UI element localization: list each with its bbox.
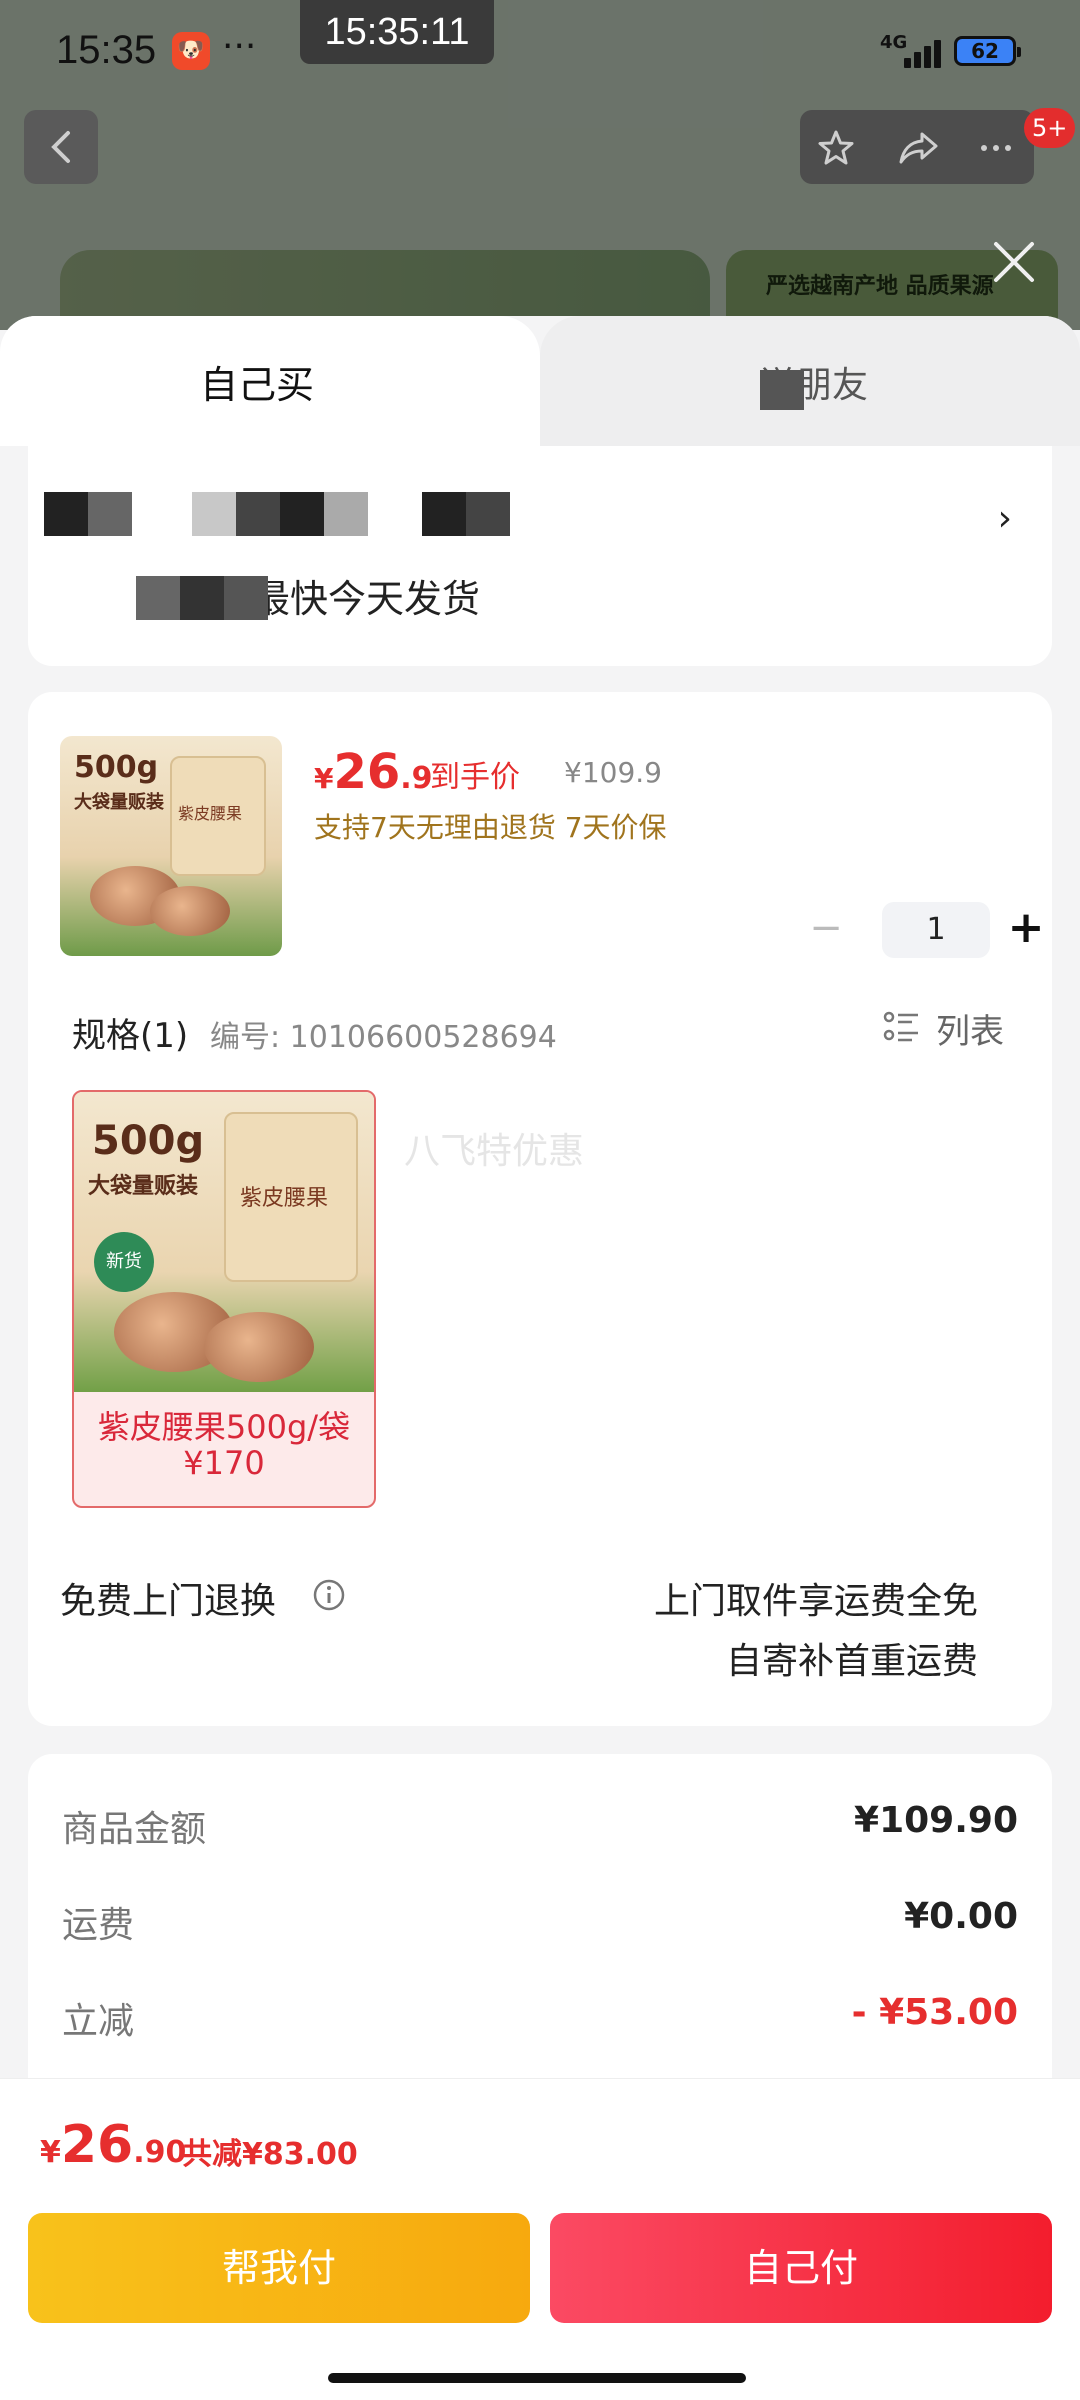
price-summary-card: 商品金额 ¥109.90 运费 ¥0.00 立减 - ¥53.00 <box>28 1754 1052 2094</box>
battery-icon: 62 <box>954 36 1021 66</box>
notification-badge: 5+ <box>1024 108 1076 148</box>
redacted-shipping <box>136 576 268 620</box>
info-icon[interactable] <box>312 1578 346 1612</box>
summary-key: 立减 <box>62 2001 135 2042</box>
summary-key: 运费 <box>62 1905 135 1946</box>
tab-buy-self[interactable]: 自己买 <box>0 316 540 446</box>
spec-label: 规格(1) <box>72 1016 189 1056</box>
price-currency: ¥ <box>314 762 334 795</box>
cashew-image <box>204 1312 314 1382</box>
chevron-right-icon: › <box>997 498 1012 539</box>
tab-send-friend[interactable]: 送朋友 <box>540 316 1080 446</box>
help-me-pay-button[interactable]: 帮我付 <box>28 2213 530 2323</box>
purchase-tabs: 送朋友 自己买 <box>0 316 1080 446</box>
total-savings: 共减¥83.00 <box>182 2137 358 2172</box>
tab-label: 自己买 <box>200 363 315 407</box>
back-button[interactable] <box>24 110 98 184</box>
summary-value: - ¥53.00 <box>851 1992 1018 2033</box>
summary-row: 立减 - ¥53.00 <box>62 1992 1018 2042</box>
package-image: 紫皮腰果 <box>224 1112 358 1282</box>
close-icon[interactable] <box>988 236 1040 288</box>
redacted-address <box>44 492 511 536</box>
return-self-ship-text: 自寄补首重运费 <box>725 1641 978 1682</box>
sku-option-selected[interactable]: 500g 大袋量贩装 紫皮腰果 新货 紫皮腰果500g/袋 ¥170 <box>72 1090 376 1508</box>
top-actions <box>800 110 1034 184</box>
total-decimal: .90 <box>133 2135 187 2170</box>
list-view-toggle[interactable]: 列表 <box>882 1004 1032 1052</box>
final-price: ¥26.9 <box>314 744 433 800</box>
status-bar: 15:35 🐶 ··· 15:35:11 4G 62 <box>0 0 1080 100</box>
package-image: 紫皮腰果 <box>170 756 266 876</box>
quantity-input[interactable]: 1 <box>882 902 990 958</box>
guarantee-text: 支持7天无理由退货 7天价保 <box>314 811 667 844</box>
watermark-text: 八飞特优惠 <box>404 1131 585 1172</box>
summary-value: ¥0.00 <box>904 1896 1018 1937</box>
sku-pack-label: 紫皮腰果 <box>240 1186 329 1211</box>
chevron-left-icon <box>51 131 70 163</box>
spec-code: 编号: 10106600528694 <box>210 1020 557 1055</box>
new-tag-icon: 新货 <box>94 1232 154 1292</box>
pay-myself-button[interactable]: 自己付 <box>550 2213 1052 2323</box>
more-notifications-icon: ··· <box>222 26 257 67</box>
share-icon[interactable] <box>898 128 938 168</box>
return-pickup-text: 上门取件享运费全免 <box>653 1581 978 1622</box>
original-price: ¥109.9 <box>564 756 662 789</box>
final-price-label: 到手价 <box>430 760 520 795</box>
sku-price: ¥170 <box>183 1444 265 1482</box>
free-return-label: 免费上门退换 <box>60 1581 277 1622</box>
pack-label: 紫皮腰果 <box>178 804 243 823</box>
cashew-image <box>150 886 230 936</box>
list-icon <box>883 1011 918 1042</box>
sku-image: 500g 大袋量贩装 紫皮腰果 新货 <box>74 1092 374 1392</box>
total-price: ¥26.90 <box>40 2115 186 2175</box>
total-integer: 26 <box>60 2115 134 2175</box>
quantity-stepper: − 1 + <box>798 902 1048 958</box>
thumb-title: 大袋量贩装 <box>74 792 164 813</box>
summary-value: ¥109.90 <box>854 1800 1018 1841</box>
thumb-weight: 500g <box>74 750 159 785</box>
price-integer: 26 <box>333 744 401 800</box>
price-decimal: .9 <box>400 761 433 796</box>
sku-name: 紫皮腰果500g/袋 <box>97 1408 351 1446</box>
list-toggle-label: 列表 <box>936 1012 1004 1052</box>
more-icon[interactable] <box>976 128 1016 168</box>
status-time: 15:35 <box>56 28 157 72</box>
redaction-block <box>760 370 804 410</box>
checkout-bar: ¥26.90 共减¥83.00 帮我付 自己付 <box>0 2078 1080 2400</box>
summary-row: 运费 ¥0.00 <box>62 1896 1018 1946</box>
star-icon[interactable] <box>816 128 856 168</box>
home-indicator[interactable] <box>328 2373 746 2383</box>
signal-icon <box>896 40 941 68</box>
app-notification-icon: 🐶 <box>172 32 210 70</box>
shipping-estimate: 最快今天发货 <box>252 577 481 621</box>
summary-key: 商品金额 <box>62 1809 207 1850</box>
floating-clock: 15:35:11 <box>300 0 494 64</box>
address-card[interactable]: › 最快今天发货 <box>28 446 1052 666</box>
product-thumbnail: 500g 大袋量贩装 紫皮腰果 <box>60 736 282 956</box>
product-card: 500g 大袋量贩装 紫皮腰果 ¥26.9 到手价 ¥109.9 支持7天无理由… <box>28 692 1052 1726</box>
total-currency: ¥ <box>40 2135 61 2170</box>
increase-button[interactable]: + <box>998 902 1054 958</box>
sku-weight: 500g <box>92 1118 205 1164</box>
decrease-button[interactable]: − <box>798 902 854 958</box>
sku-title: 大袋量贩装 <box>88 1174 199 1199</box>
summary-row: 商品金额 ¥109.90 <box>62 1800 1018 1850</box>
